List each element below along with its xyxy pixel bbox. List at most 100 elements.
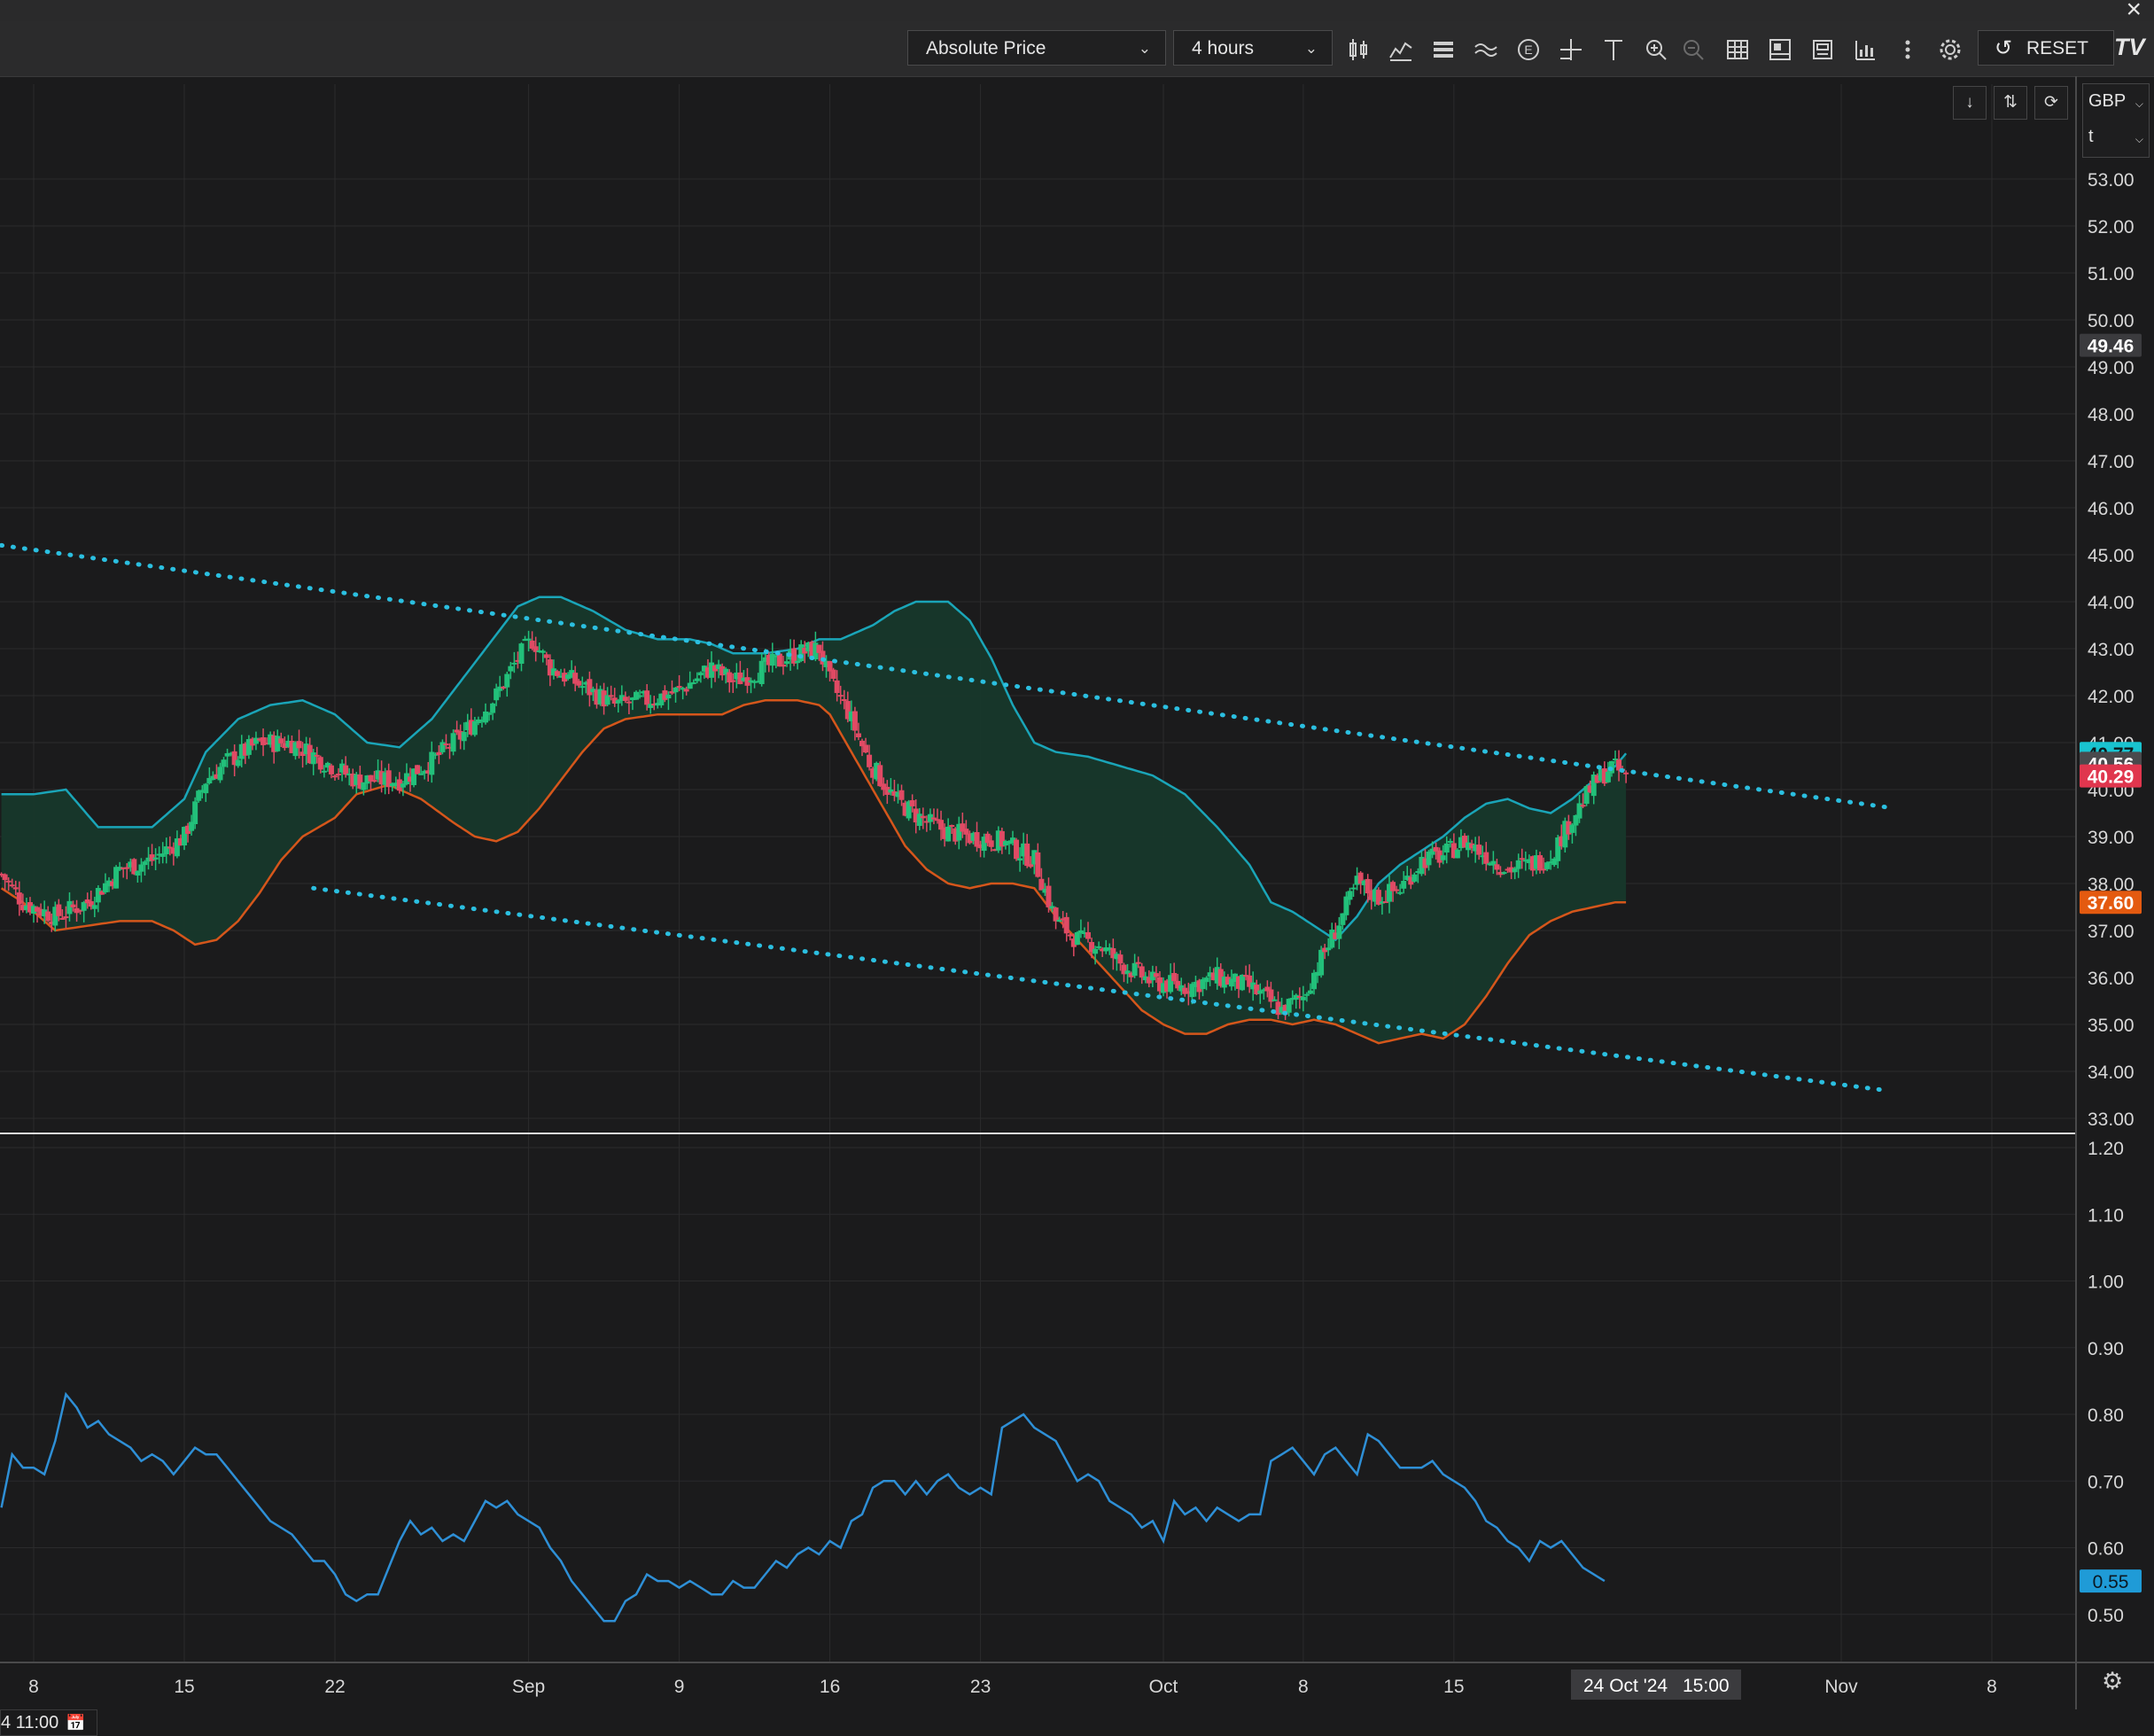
line-chart-icon[interactable]: [1388, 36, 1414, 63]
refresh-icon[interactable]: ⟳: [2034, 86, 2068, 120]
candle-down: [1038, 878, 1045, 891]
candle-up: [1605, 771, 1611, 782]
candle-up: [1515, 860, 1521, 869]
candle-up: [1440, 855, 1446, 860]
candle-down: [1139, 966, 1145, 978]
currency-selector[interactable]: GBP ⌵ t ⌵: [2082, 83, 2150, 158]
candle-down: [12, 887, 19, 890]
candles-icon[interactable]: [1345, 36, 1372, 63]
table-icon[interactable]: [1724, 36, 1751, 63]
candle-down: [776, 653, 782, 667]
candle-down: [554, 671, 560, 676]
currency-secondary: t: [2088, 127, 2094, 146]
candle-down: [1035, 852, 1041, 877]
y-tick-label: 44.00: [2088, 593, 2135, 613]
candle-up: [1454, 849, 1460, 859]
x-tick-label: 9: [674, 1677, 685, 1697]
axis-settings-icon[interactable]: ⚙: [2102, 1668, 2123, 1695]
candle-up: [690, 681, 696, 684]
candle-up: [1411, 874, 1418, 882]
candle-up: [450, 733, 456, 752]
candle-up: [275, 736, 281, 751]
candle-down: [56, 904, 62, 916]
zoom-in-icon[interactable]: [1643, 36, 1669, 63]
candle-up: [192, 801, 198, 824]
candle-down: [855, 733, 861, 737]
settings-icon[interactable]: [1937, 36, 1963, 63]
candle-up: [113, 867, 120, 889]
candle-down: [296, 741, 302, 749]
scroll-down-icon[interactable]: ↓: [1953, 86, 1987, 120]
candle-up: [203, 783, 209, 794]
candle-down: [863, 744, 869, 753]
y-tick-label: 46.00: [2088, 499, 2135, 519]
text-icon[interactable]: [1600, 36, 1627, 63]
candle-up: [471, 721, 478, 736]
candle-down: [543, 654, 549, 658]
candle-down: [436, 751, 442, 756]
save-icon[interactable]: [1809, 36, 1836, 63]
indicator-y-tick-label: 1.00: [2088, 1273, 2124, 1293]
interval-label: 4 hours: [1192, 38, 1255, 58]
candle-down: [830, 669, 836, 679]
chart-area[interactable]: 33.0034.0035.0036.0037.0038.0039.0040.00…: [0, 76, 2154, 1709]
chevron-down-icon: ⌵: [2135, 133, 2143, 145]
more-icon[interactable]: [1894, 36, 1921, 63]
y-tick-label: 47.00: [2088, 452, 2135, 472]
timestamp-tag[interactable]: 4 11:00 📅: [0, 1709, 97, 1736]
candle-up: [221, 759, 227, 767]
candle-down: [1494, 864, 1500, 870]
candle-down: [1063, 916, 1069, 934]
candle-up: [142, 861, 148, 866]
zoom-out-icon[interactable]: [1680, 36, 1707, 63]
y-tick-label: 52.00: [2088, 217, 2135, 237]
price-mode-label: Absolute Price: [926, 38, 1046, 58]
events-icon[interactable]: E: [1515, 36, 1542, 63]
price-tag-label: 40.29: [2088, 767, 2135, 788]
candle-up: [694, 678, 700, 681]
candle-up: [1240, 974, 1246, 991]
candle-up: [758, 660, 765, 684]
reset-label: RESET: [2026, 38, 2089, 58]
candle-up: [81, 901, 87, 911]
svg-text:E: E: [1524, 43, 1532, 57]
candle-up: [504, 673, 510, 688]
indicator-tag-label: 0.55: [2093, 1572, 2129, 1592]
collapse-icon[interactable]: ⇅: [1994, 86, 2027, 120]
candle-up: [217, 767, 223, 781]
candle-up: [673, 687, 679, 693]
candle-up: [525, 638, 532, 641]
price-mode-dropdown[interactable]: Absolute Price ⌄: [907, 30, 1166, 66]
window-top-strip: ×: [0, 0, 2154, 24]
indicator-y-tick-label: 1.10: [2088, 1205, 2124, 1226]
crosshair-icon[interactable]: [1558, 36, 1584, 63]
y-tick-label: 39.00: [2088, 828, 2135, 848]
candle-up: [1286, 999, 1292, 1013]
compare-icon[interactable]: [1852, 36, 1878, 63]
layout-icon[interactable]: [1767, 36, 1793, 63]
candle-up: [1397, 891, 1404, 894]
chevron-down-icon: ⌵: [2135, 97, 2143, 110]
candle-down: [1537, 855, 1543, 871]
candle-down: [837, 695, 844, 697]
y-tick-label: 53.00: [2088, 170, 2135, 191]
candle-up: [235, 759, 241, 767]
candle-down: [898, 790, 905, 800]
y-tick-label: 48.00: [2088, 405, 2135, 425]
candle-up: [95, 888, 101, 903]
candle-up: [1131, 962, 1138, 977]
interval-dropdown[interactable]: 4 hours ⌄: [1173, 30, 1333, 66]
candle-up: [784, 661, 789, 665]
candle-down: [9, 884, 15, 887]
candle-down: [683, 689, 689, 692]
indicators-icon[interactable]: [1473, 36, 1499, 63]
bars-icon[interactable]: [1430, 36, 1457, 63]
candle-up: [490, 703, 496, 713]
candle-down: [676, 686, 682, 689]
candle-up: [916, 814, 922, 826]
chart-toolbar: Absolute Price ⌄ 4 hours ⌄ E ↺ RESET TV: [0, 21, 2154, 77]
reset-button[interactable]: ↺ RESET: [1978, 30, 2114, 66]
candle-up: [540, 650, 546, 653]
candle-down: [877, 765, 883, 787]
candle-down: [314, 754, 320, 757]
